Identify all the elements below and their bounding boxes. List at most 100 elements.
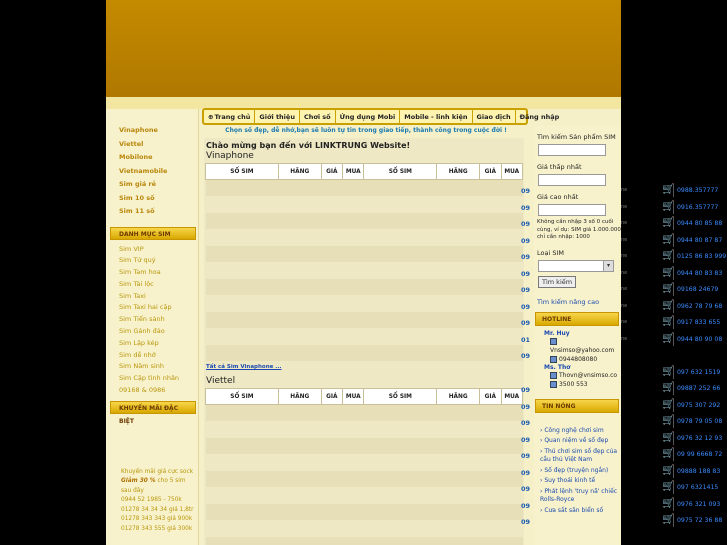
sidebar-item-category[interactable]: Sim Cặp tình nhân xyxy=(106,373,198,385)
sim-number-stub[interactable]: 09 xyxy=(521,502,530,510)
ticker-number[interactable]: 0944 80 90 08 xyxy=(677,336,722,343)
ticker-number[interactable]: 0916.357777 xyxy=(677,204,718,211)
sim-number-stub[interactable]: 09 xyxy=(521,187,530,195)
sidebar-item-network[interactable]: Sim 11 số xyxy=(106,205,198,219)
news-item[interactable]: › Số đẹp (truyện ngắn) xyxy=(534,467,621,476)
contact-phone[interactable]: 3500 553 xyxy=(534,380,621,389)
sidebar-item-network[interactable]: Vinaphone xyxy=(106,124,198,138)
ticker-row[interactable]: ne 🛒 0988.357777 xyxy=(621,184,727,197)
ticker-row[interactable]: ne 🛒 0944 80 83 83 xyxy=(621,266,727,280)
nav-item[interactable]: Mobile - linh kiện xyxy=(400,110,473,123)
news-item[interactable]: › Cưa sắt săn biển số xyxy=(534,507,621,516)
nav-item[interactable]: Ứng dụng Mobi xyxy=(336,110,401,123)
sidebar-item-category[interactable]: Sim Taxi xyxy=(106,291,198,303)
sim-number-stub[interactable]: 09 xyxy=(521,237,530,245)
sim-number-stub[interactable]: 09 xyxy=(521,518,530,526)
ticker-number[interactable]: 0125 86 83 999 xyxy=(677,253,726,260)
ticker-row[interactable]: ne 🛒 0944 80 87 87 xyxy=(621,233,727,247)
ticker-number[interactable]: 09 99 6668 72 xyxy=(677,451,722,458)
price-min-input[interactable] xyxy=(538,174,606,186)
ticker-number[interactable]: 0944 80 85 88 xyxy=(677,220,722,227)
ticker-row[interactable]: 🛒 0976 32 12 93 xyxy=(621,431,727,445)
sidebar-item-category[interactable]: Sim dễ nhớ xyxy=(106,350,198,362)
price-max-input[interactable] xyxy=(538,204,606,216)
sim-number-stub[interactable]: 09 xyxy=(521,303,530,311)
advanced-search-link[interactable]: Tìm kiếm nâng cao xyxy=(534,288,621,306)
sim-number-stub[interactable]: 09 xyxy=(521,253,530,261)
ticker-row[interactable]: ne 🛒 09168 24679 xyxy=(621,283,727,296)
news-item[interactable]: › Suy thoái kinh tế xyxy=(534,477,621,486)
contact-email[interactable]: Thovn@vnsimso.co xyxy=(534,371,621,380)
news-item[interactable]: › Quan niệm về số đẹp xyxy=(534,437,621,446)
sim-number-stub[interactable]: 09 xyxy=(521,436,530,444)
sim-number-stub[interactable]: 09 xyxy=(521,286,530,294)
ticker-number[interactable]: 0975 307 292 xyxy=(677,402,720,409)
ticker-row[interactable]: 🛒 0978 79 05 08 xyxy=(621,415,727,428)
ticker-row[interactable]: 🛒 09888 188 83 xyxy=(621,464,727,478)
sim-type-select[interactable]: ▾ xyxy=(538,259,614,272)
sidebar-item-category[interactable]: Sim Năm sinh xyxy=(106,361,198,373)
sim-number-stub[interactable]: 09 xyxy=(521,220,530,228)
ticker-row[interactable]: 🛒 0975 307 292 xyxy=(621,398,727,412)
ticker-number[interactable]: 0944 80 83 83 xyxy=(677,270,722,277)
ticker-number[interactable]: 09888 188 83 xyxy=(677,468,720,475)
ticker-number[interactable]: 0988.357777 xyxy=(677,187,718,194)
nav-item[interactable]: ⊕ Trang chủ xyxy=(204,110,256,123)
sidebar-item-category[interactable]: Sim Gánh đảo xyxy=(106,326,198,338)
news-item[interactable]: › Phát lệnh 'truy nã' chiếc Rolls-Royce xyxy=(534,488,621,505)
ticker-row[interactable]: ne 🛒 0944 80 85 88 xyxy=(621,217,727,230)
sim-number-stub[interactable]: 09 xyxy=(521,485,530,493)
news-item[interactable]: › Thú chơi sim số đẹp của cầu thủ Việt N… xyxy=(534,448,621,465)
sidebar-item-category[interactable]: Sim Lặp kép xyxy=(106,338,198,350)
sidebar-item-category[interactable]: Sim VIP xyxy=(106,244,198,256)
ticker-row[interactable]: ne 🛒 0962 78 79 68 xyxy=(621,299,727,313)
sidebar-item-category[interactable]: Sim Tiến sảnh xyxy=(106,314,198,326)
all-vinaphone-link[interactable]: Tất cả Sim Vinaphone ... xyxy=(204,361,524,373)
ticker-row[interactable]: ne 🛒 0916.357777 xyxy=(621,200,727,214)
nav-item[interactable]: Đăng nhập xyxy=(516,110,564,123)
sidebar-item-network[interactable]: Mobilone xyxy=(106,151,198,165)
sidebar-item-network[interactable]: Vietnamobile xyxy=(106,165,198,179)
ticker-row[interactable]: ne 🛒 0944 80 90 08 xyxy=(621,332,727,346)
ticker-row[interactable]: 🛒 0975 72 36 88 xyxy=(621,514,727,527)
ticker-number[interactable]: 097 632 1519 xyxy=(677,369,720,376)
ticker-number[interactable]: 0962 78 79 68 xyxy=(677,303,722,310)
sim-number-stub[interactable]: 09 xyxy=(521,403,530,411)
nav-item[interactable]: Giao dịch xyxy=(473,110,516,123)
sidebar-item-category[interactable]: Sim Tài lộc xyxy=(106,279,198,291)
ticker-number[interactable]: 0976 321 093 xyxy=(677,501,720,508)
search-button[interactable]: Tìm kiếm xyxy=(538,275,577,288)
contact-email[interactable]: Vnsimso@yahoo.com xyxy=(534,337,621,355)
sim-number-stub[interactable]: 09 xyxy=(521,469,530,477)
ticker-row[interactable]: ne 🛒 0917 833 655 xyxy=(621,316,727,329)
ticker-row[interactable] xyxy=(621,349,727,362)
sidebar-item-network[interactable]: Sim giá rẻ xyxy=(106,178,198,192)
ticker-number[interactable]: 0976 32 12 93 xyxy=(677,435,722,442)
sidebar-item-network[interactable]: Viettel xyxy=(106,138,198,152)
sim-number-stub[interactable]: 09 xyxy=(521,452,530,460)
nav-item[interactable]: Giới thiệu xyxy=(255,110,300,123)
sidebar-item-category[interactable]: Sim Tứ quý xyxy=(106,255,198,267)
ticker-number[interactable]: 0975 72 36 88 xyxy=(677,517,722,524)
ticker-number[interactable]: 0917 833 655 xyxy=(677,319,720,326)
sidebar-item-network[interactable]: Sim 10 số xyxy=(106,192,198,206)
sim-number-stub[interactable]: 09 xyxy=(521,270,530,278)
ticker-row[interactable]: 🛒 0976 321 093 xyxy=(621,497,727,511)
ticker-row[interactable]: ne 🛒 0125 86 83 999 xyxy=(621,250,727,263)
news-item[interactable]: › Công nghệ chơi sim xyxy=(534,427,621,436)
nav-item[interactable]: Chơi số xyxy=(300,110,336,123)
sim-number-stub[interactable]: 09 xyxy=(521,352,530,360)
sidebar-item-category[interactable]: 09168 & 0986 xyxy=(106,385,198,397)
sim-number-stub[interactable]: 09 xyxy=(521,386,530,394)
contact-phone[interactable]: 0944808080 xyxy=(534,355,621,364)
sim-number-stub[interactable]: 01 xyxy=(521,336,530,344)
ticker-row[interactable]: 🛒 097 632 1519 xyxy=(621,365,727,379)
ticker-number[interactable]: 0944 80 87 87 xyxy=(677,237,722,244)
sim-number-stub[interactable]: 09 xyxy=(521,204,530,212)
search-input[interactable] xyxy=(538,144,606,156)
ticker-row[interactable]: 🛒 09 99 6668 72 xyxy=(621,448,727,461)
ticker-number[interactable]: 0978 79 05 08 xyxy=(677,418,722,425)
ticker-row[interactable]: 🛒 09887 252 66 xyxy=(621,382,727,395)
sidebar-item-category[interactable]: Sim Taxi hai cặp xyxy=(106,302,198,314)
ticker-row[interactable]: 🛒 097 6321415 xyxy=(621,481,727,494)
